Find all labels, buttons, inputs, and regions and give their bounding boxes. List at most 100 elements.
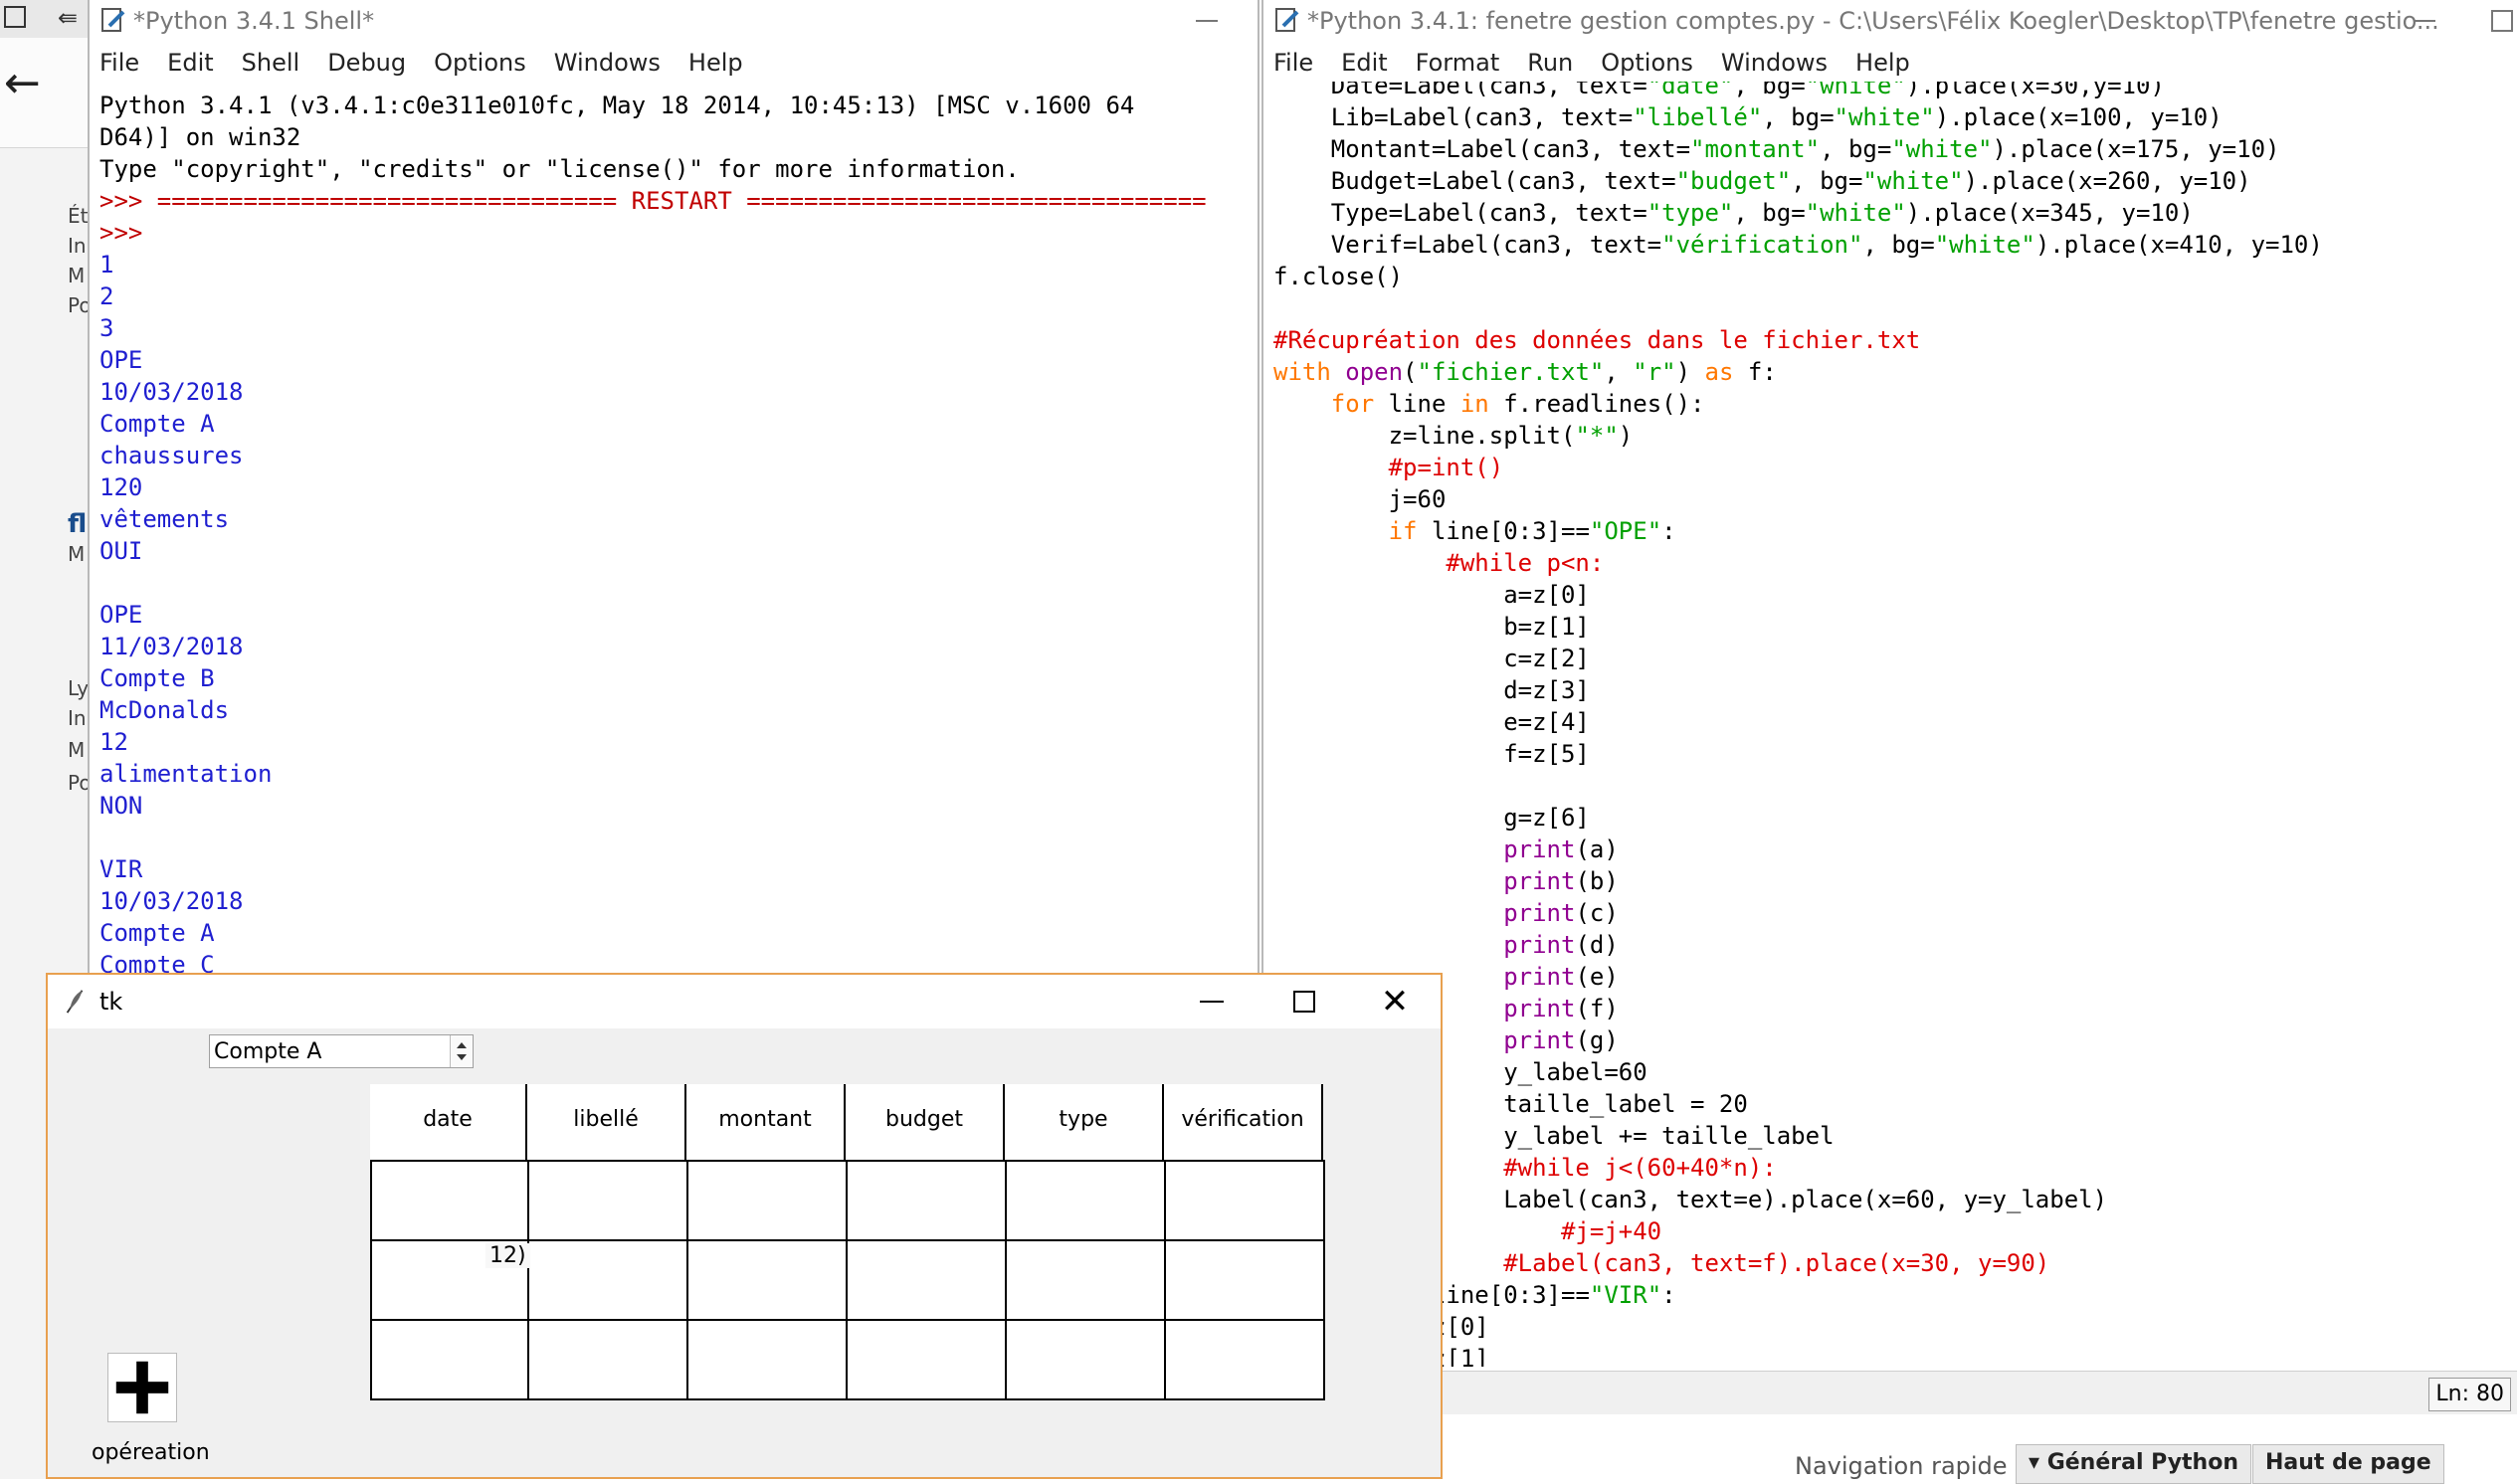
table-cell <box>686 1160 848 1241</box>
code-line: taille_label = 20 <box>1273 1088 2517 1120</box>
minimize-button[interactable] <box>1196 20 1218 22</box>
code-token: "date" <box>1646 82 1734 99</box>
close-button[interactable]: ✕ <box>1349 975 1441 1028</box>
shell-output[interactable]: Python 3.4.1 (v3.4.1:c0e311e010fc, May 1… <box>99 90 1207 981</box>
code-line: print(a) <box>1273 834 2517 865</box>
code-token: print <box>1503 899 1576 927</box>
background-text-fragment: Ly <box>68 676 90 700</box>
table-cell <box>527 1319 688 1400</box>
code-line: print(c) <box>1273 897 2517 929</box>
table-cell <box>370 1319 529 1400</box>
code-line: z=line.split("*") <box>1273 420 2517 452</box>
shell-output-line: OPE <box>99 601 143 629</box>
menu-options[interactable]: Options <box>434 49 526 77</box>
minimize-button[interactable] <box>1166 975 1258 1028</box>
code-token: "*" <box>1575 422 1619 450</box>
code-token: a=z[0] <box>1273 581 1590 609</box>
code-token: (f) <box>1575 995 1619 1022</box>
shell-output-line: chaussures <box>99 442 244 469</box>
background-text-fragment: fl <box>68 509 88 539</box>
add-operation-button[interactable] <box>107 1353 177 1422</box>
code-token: "white" <box>1934 231 2035 259</box>
code-token: "white" <box>1834 103 1935 131</box>
menu-edit[interactable]: Edit <box>167 49 213 77</box>
minimize-button[interactable] <box>2414 20 2435 22</box>
quick-nav-label: Navigation rapide <box>1795 1452 2008 1480</box>
code-line: b=z[1] <box>1273 611 2517 643</box>
code-token: f.close() <box>1273 263 1404 290</box>
maximize-button[interactable] <box>1258 975 1349 1028</box>
tk-titlebar: tk ✕ <box>48 975 1441 1028</box>
python-shell-window: *Python 3.4.1 Shell* File Edit Shell Debug O… <box>88 0 1259 979</box>
code-token: ) <box>1618 422 1634 450</box>
code-token: print <box>1503 995 1576 1022</box>
menu-format[interactable]: Format <box>1416 49 1500 77</box>
table-cell <box>1005 1160 1166 1241</box>
menu-windows[interactable]: Windows <box>1721 49 1828 77</box>
code-token: Montant=Label(can3, text= <box>1273 135 1691 163</box>
code-token: f=z[5] <box>1273 740 1590 768</box>
menu-file[interactable]: File <box>1273 49 1313 77</box>
menu-options[interactable]: Options <box>1601 49 1693 77</box>
code-line: print(e) <box>1273 961 2517 993</box>
table-cell <box>1164 1160 1325 1241</box>
code-token: line[0:3]== <box>1417 517 1590 545</box>
menu-shell[interactable]: Shell <box>242 49 300 77</box>
python-general-dropdown[interactable]: ▾ Général Python <box>2016 1444 2251 1484</box>
shell-output-line: >>> ================================ RES… <box>99 187 1207 215</box>
code-token: #while p<n: <box>1273 549 1605 577</box>
shell-output-line: >>> <box>99 219 143 247</box>
shell-output-line: alimentation <box>99 760 273 788</box>
menu-edit[interactable]: Edit <box>1341 49 1387 77</box>
account-select[interactable]: Compte A <box>209 1034 474 1068</box>
account-select-value: Compte A <box>214 1039 322 1064</box>
code-line: #Récupréation des données dans le fichie… <box>1273 324 2517 356</box>
menu-debug[interactable]: Debug <box>327 49 406 77</box>
code-token: , bg= <box>1820 135 1892 163</box>
tab-icon[interactable] <box>4 6 26 28</box>
code-token: ).place(x=30,y=10) <box>1905 82 2165 99</box>
code-token: open <box>1345 358 1404 386</box>
code-line: b=z[1] <box>1273 1343 2517 1367</box>
shell-output-line: Compte A <box>99 919 215 947</box>
menu-run[interactable]: Run <box>1527 49 1573 77</box>
menu-help[interactable]: Help <box>688 49 743 77</box>
code-token: ).place(x=345, y=10) <box>1905 199 2194 227</box>
spinner-arrows-icon[interactable] <box>450 1035 473 1067</box>
menu-help[interactable]: Help <box>1855 49 1910 77</box>
code-line: y_label=60 <box>1273 1056 2517 1088</box>
shell-output-line: NON <box>99 792 143 820</box>
code-token: Type=Label(can3, text= <box>1273 199 1647 227</box>
code-line: f=z[5] <box>1273 738 2517 770</box>
code-token: in <box>1459 390 1489 418</box>
code-line: if line[0:3]=="OPE": <box>1273 515 2517 547</box>
code-token: j=60 <box>1273 485 1447 513</box>
line-number-indicator: Ln: 80 <box>2428 1378 2511 1411</box>
background-text-fragment: Ét <box>68 204 89 228</box>
code-area[interactable]: Date=Label(can3, text="date", bg="white"… <box>1273 82 2517 1367</box>
code-token: Verif=Label(can3, text= <box>1273 231 1662 259</box>
code-token: "libellé" <box>1633 103 1763 131</box>
code-token: f: <box>1733 358 1777 386</box>
shell-titlebar: *Python 3.4.1 Shell* <box>90 0 1258 42</box>
code-token: print <box>1503 835 1576 863</box>
code-token: : <box>1661 1281 1676 1309</box>
shell-output-line: 10/03/2018 <box>99 887 244 915</box>
menu-file[interactable]: File <box>99 49 139 77</box>
code-line: Verif=Label(can3, text="vérification", b… <box>1273 229 2517 261</box>
code-line: #while p<n: <box>1273 547 2517 579</box>
code-token: , bg= <box>1762 103 1835 131</box>
top-of-page-button[interactable]: Haut de page <box>2252 1444 2444 1484</box>
background-text-fragment: In <box>68 234 87 258</box>
background-navbar: ← <box>0 38 95 148</box>
editor-menubar: File Edit Format Run Options Windows Help <box>1263 42 2517 84</box>
column-header: montant <box>686 1084 846 1160</box>
back-arrow-icon[interactable]: ⇚ <box>58 4 78 32</box>
maximize-button[interactable] <box>2491 10 2513 32</box>
code-line: #Label(can3, text=f).place(x=30, y=90) <box>1273 1247 2517 1279</box>
back-button[interactable]: ← <box>4 58 41 108</box>
menu-windows[interactable]: Windows <box>554 49 661 77</box>
